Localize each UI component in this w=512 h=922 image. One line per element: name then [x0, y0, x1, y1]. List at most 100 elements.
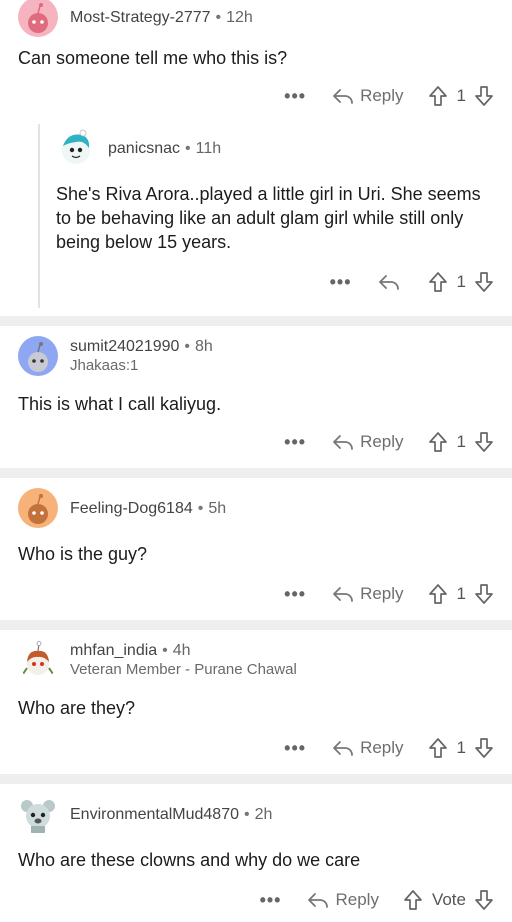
reply-arrow-icon	[308, 893, 329, 908]
reply-label: Reply	[360, 86, 404, 105]
vote-count: 1	[456, 432, 466, 451]
snoo-avatar-icon	[28, 3, 48, 33]
comment: Most-Strategy-2777 • 12h Can someone tell …	[0, 0, 512, 308]
comment-actions: ••• Reply 1	[18, 572, 494, 616]
reply-button[interactable]: Reply	[332, 738, 404, 758]
reply-label: Reply	[335, 890, 379, 909]
more-options-button[interactable]: •••	[284, 86, 306, 107]
user-flair: Veteran Member - Purane Chawal	[70, 661, 297, 678]
comment-separator	[0, 316, 512, 326]
snoo-avatar-icon	[28, 494, 48, 524]
comment-actions: ••• Reply 1	[18, 726, 494, 770]
separator-dot: •	[197, 499, 204, 517]
vote-count: 1	[456, 584, 466, 603]
upvote-icon[interactable]	[403, 889, 423, 911]
timestamp: 4h	[172, 642, 191, 659]
vote-label: Vote	[431, 890, 466, 909]
vote-control: 1	[428, 431, 494, 453]
avatar[interactable]	[18, 488, 58, 528]
comment: Feeling-Dog6184 • 5h Who is the guy? ••• R…	[0, 480, 512, 616]
author-name[interactable]: sumit24021990	[70, 338, 179, 355]
upvote-icon[interactable]	[428, 737, 448, 759]
upvote-icon[interactable]	[428, 85, 448, 107]
avatar[interactable]	[18, 336, 58, 376]
comment-separator	[0, 468, 512, 478]
reply-button[interactable]: Reply	[307, 890, 379, 910]
reply-button[interactable]: Reply	[332, 86, 404, 106]
downvote-icon[interactable]	[474, 85, 494, 107]
comment-separator	[0, 620, 512, 630]
reply-arrow-icon	[333, 587, 353, 602]
comment-thread: Most-Strategy-2777 • 12h Can someone tell …	[0, 0, 512, 922]
downvote-icon[interactable]	[474, 583, 494, 605]
vote-control: 1	[428, 737, 494, 759]
separator-dot: •	[184, 338, 191, 355]
comment-actions: ••• Reply Vote	[18, 878, 494, 922]
separator-dot: •	[244, 805, 250, 823]
more-options-button[interactable]: •••	[330, 272, 352, 293]
author-name[interactable]: panicsnac	[108, 140, 180, 157]
snoo-avatar-icon	[22, 641, 54, 675]
more-options-button[interactable]: •••	[284, 584, 306, 605]
separator-dot: •	[185, 139, 191, 157]
comment-body: Can someone tell me who this is?	[18, 48, 288, 68]
downvote-icon[interactable]	[474, 889, 494, 911]
reply-arrow-icon	[333, 741, 353, 756]
reply-arrow-icon	[333, 435, 353, 450]
comment-actions: ••• Reply 1	[18, 74, 494, 118]
nested-reply: panicsnac • 11h She's Riva Arora..played a…	[38, 124, 494, 308]
snoo-avatar-icon	[62, 129, 90, 164]
timestamp: 5h	[208, 499, 227, 517]
vote-count: 1	[456, 738, 466, 757]
vote-control: 1	[428, 271, 494, 293]
comment-body: Who are they?	[18, 698, 136, 718]
author-name[interactable]: mhfan_india	[70, 642, 157, 659]
avatar[interactable]	[18, 640, 58, 680]
downvote-icon[interactable]	[474, 431, 494, 453]
separator-dot: •	[215, 8, 222, 26]
avatar[interactable]	[56, 128, 96, 168]
comment-actions: ••• 1	[56, 260, 494, 304]
author-name[interactable]: Feeling-Dog6184	[70, 500, 193, 517]
author-name[interactable]: EnvironmentalMud4870	[70, 806, 239, 823]
avatar[interactable]	[18, 794, 58, 834]
comment-actions: ••• Reply 1	[18, 420, 494, 464]
user-flair: Jhakaas:1	[70, 357, 139, 374]
upvote-icon[interactable]	[428, 271, 448, 293]
upvote-icon[interactable]	[428, 431, 448, 453]
comment-body: Who is the guy?	[18, 544, 148, 564]
comment-body: She's Riva Arora..played a little girl i…	[56, 184, 481, 252]
comment: sumit24021990 • 8h Jhakaas:1 This is what …	[0, 328, 512, 464]
upvote-icon[interactable]	[428, 583, 448, 605]
snoo-avatar-icon	[28, 342, 48, 372]
reply-label: Reply	[360, 738, 404, 757]
snoo-avatar-icon	[21, 800, 55, 833]
avatar[interactable]	[18, 0, 58, 37]
timestamp: 11h	[195, 139, 222, 157]
timestamp: 2h	[254, 805, 273, 823]
vote-control: 1	[428, 85, 494, 107]
comment-body: This is what I call kaliyug.	[18, 394, 222, 414]
reply-arrow-icon	[333, 89, 353, 104]
reply-button[interactable]	[378, 273, 406, 291]
comment-separator	[0, 774, 512, 784]
timestamp: 8h	[195, 338, 213, 355]
reply-label: Reply	[360, 432, 404, 451]
separator-dot: •	[162, 642, 168, 659]
downvote-icon[interactable]	[474, 271, 494, 293]
author-name[interactable]: Most-Strategy-2777	[70, 9, 211, 26]
more-options-button[interactable]: •••	[284, 738, 306, 759]
vote-count: 1	[456, 272, 466, 291]
more-options-button[interactable]: •••	[260, 890, 282, 911]
vote-control: Vote	[403, 889, 494, 911]
timestamp: 12h	[226, 8, 253, 26]
downvote-icon[interactable]	[474, 737, 494, 759]
more-options-button[interactable]: •••	[284, 432, 306, 453]
comment: EnvironmentalMud4870 • 2h Who are these cl…	[0, 786, 512, 922]
reply-label: Reply	[360, 584, 404, 603]
reply-button[interactable]: Reply	[332, 432, 404, 452]
reply-arrow-icon	[378, 275, 399, 290]
vote-control: 1	[428, 583, 494, 605]
comment: mhfan_india • 4h Veteran Member - Purane C…	[0, 632, 512, 770]
reply-button[interactable]: Reply	[332, 584, 404, 604]
